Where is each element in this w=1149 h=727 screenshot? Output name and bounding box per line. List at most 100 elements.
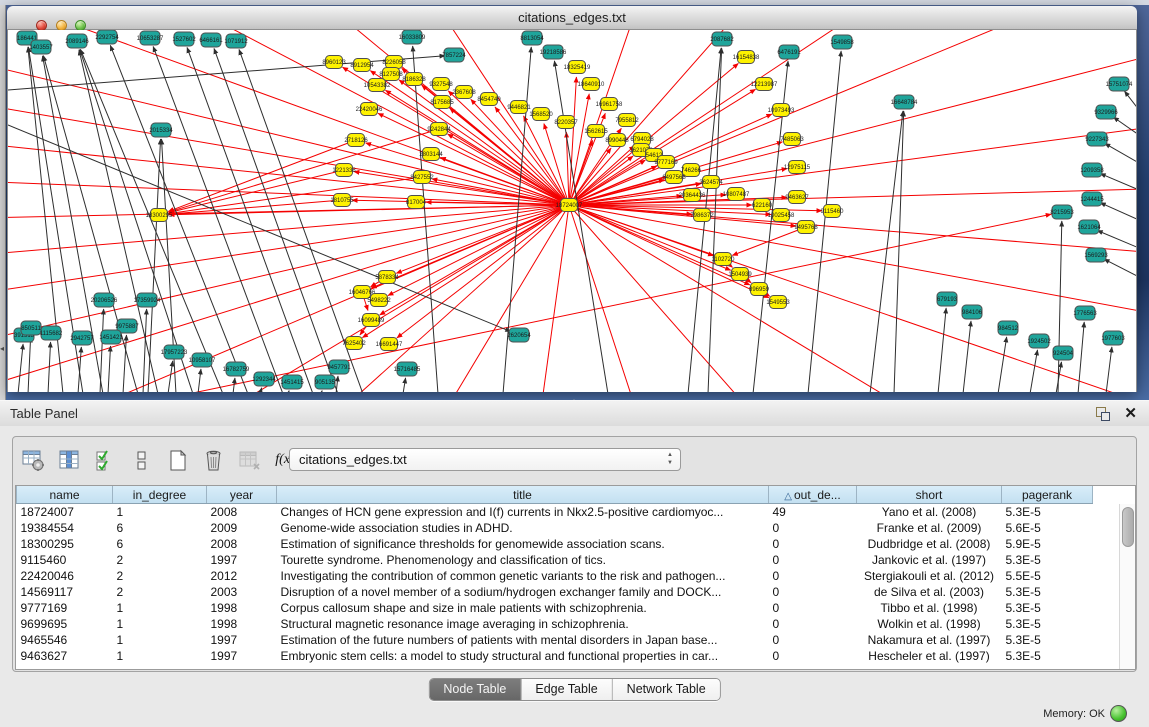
table-cell[interactable]: 5.6E-5 [1002, 520, 1093, 536]
table-cell[interactable]: 2008 [207, 504, 277, 521]
table-row[interactable]: 969969511998Structural magnetic resonanc… [17, 616, 1093, 632]
table-cell[interactable]: 1 [113, 632, 207, 648]
table-cell[interactable]: Corpus callosum shape and size in male p… [277, 600, 769, 616]
table-vertical-scrollbar[interactable] [1119, 504, 1135, 669]
table-row[interactable]: 1830029562008Estimation of significance … [17, 536, 1093, 552]
tab-node-table[interactable]: Node Table [429, 679, 521, 700]
table-cell[interactable]: Structural magnetic resonance image aver… [277, 616, 769, 632]
table-cell[interactable]: 0 [769, 552, 857, 568]
table-cell[interactable]: 9463627 [17, 648, 113, 664]
table-cell[interactable]: 5.3E-5 [1002, 600, 1093, 616]
table-row[interactable]: 977716911998Corpus callosum shape and si… [17, 600, 1093, 616]
column-header-in_degree[interactable]: in_degree [113, 486, 207, 504]
import-table-icon[interactable] [237, 448, 261, 472]
table-cell[interactable]: 1997 [207, 632, 277, 648]
table-cell[interactable]: 0 [769, 648, 857, 664]
table-cell[interactable]: 5.3E-5 [1002, 552, 1093, 568]
window-titlebar[interactable]: citations_edges.txt [7, 6, 1137, 30]
network-graph[interactable]: 1864411403557208914622927541065328715276… [8, 30, 1136, 392]
column-header-year[interactable]: year [207, 486, 277, 504]
table-cell[interactable]: Estimation of significance thresholds fo… [277, 536, 769, 552]
network-canvas[interactable]: 1864411403557208914622927541065328715276… [7, 30, 1137, 392]
table-cell[interactable]: 2003 [207, 584, 277, 600]
table-cell[interactable]: Jankovic et al. (1997) [857, 552, 1002, 568]
table-cell[interactable]: 19384554 [17, 520, 113, 536]
table-cell[interactable]: 0 [769, 616, 857, 632]
table-row[interactable]: 1872400712008Changes of HCN gene express… [17, 504, 1093, 521]
table-cell[interactable]: Disruption of a novel member of a sodium… [277, 584, 769, 600]
table-cell[interactable]: 2009 [207, 520, 277, 536]
table-cell[interactable]: Stergiakouli et al. (2012) [857, 568, 1002, 584]
table-cell[interactable]: Wolkin et al. (1998) [857, 616, 1002, 632]
table-cell[interactable]: 22420046 [17, 568, 113, 584]
table-cell[interactable]: Estimation of the future numbers of pati… [277, 632, 769, 648]
collapse-arrow-icon[interactable]: ◂ [0, 345, 4, 353]
table-cell[interactable]: 9777169 [17, 600, 113, 616]
table-cell[interactable]: 5.9E-5 [1002, 536, 1093, 552]
table-cell[interactable]: 18300295 [17, 536, 113, 552]
tab-network-table[interactable]: Network Table [613, 679, 720, 700]
tab-edge-table[interactable]: Edge Table [521, 679, 612, 700]
table-cell[interactable]: 2 [113, 568, 207, 584]
table-cell[interactable]: 6 [113, 520, 207, 536]
table-cell[interactable]: 9115460 [17, 552, 113, 568]
table-cell[interactable]: 1998 [207, 616, 277, 632]
column-visibility-icon[interactable] [57, 448, 81, 472]
close-panel-icon[interactable]: ✕ [1124, 404, 1137, 422]
delete-column-icon[interactable] [201, 448, 225, 472]
new-column-icon[interactable] [165, 448, 189, 472]
table-cell[interactable]: 5.3E-5 [1002, 632, 1093, 648]
table-settings-icon[interactable] [21, 448, 45, 472]
table-cell[interactable]: 5.3E-5 [1002, 584, 1093, 600]
table-cell[interactable]: 9465546 [17, 632, 113, 648]
column-header-name[interactable]: name [17, 486, 113, 504]
table-cell[interactable]: 1 [113, 600, 207, 616]
table-cell[interactable]: 0 [769, 600, 857, 616]
table-cell[interactable]: 9699695 [17, 616, 113, 632]
table-cell[interactable]: 5.3E-5 [1002, 616, 1093, 632]
column-header-short[interactable]: short [857, 486, 1002, 504]
table-row[interactable]: 911546021997Tourette syndrome. Phenomeno… [17, 552, 1093, 568]
table-cell[interactable]: 0 [769, 520, 857, 536]
column-header-out_de[interactable]: △out_de... [769, 486, 857, 504]
table-cell[interactable]: Tibbo et al. (1998) [857, 600, 1002, 616]
table-cell[interactable]: Dudbridge et al. (2008) [857, 536, 1002, 552]
table-row[interactable]: 946554611997Estimation of the future num… [17, 632, 1093, 648]
table-cell[interactable]: 14569117 [17, 584, 113, 600]
table-cell[interactable]: 0 [769, 632, 857, 648]
table-cell[interactable]: 49 [769, 504, 857, 521]
table-cell[interactable]: 1997 [207, 648, 277, 664]
table-cell[interactable]: 5.5E-5 [1002, 568, 1093, 584]
row-height-icon[interactable] [129, 448, 153, 472]
table-row[interactable]: 1456911722003Disruption of a novel membe… [17, 584, 1093, 600]
table-cell[interactable]: 0 [769, 584, 857, 600]
table-cell[interactable]: 1 [113, 504, 207, 521]
table-row[interactable]: 946362711997Embryonic stem cells: a mode… [17, 648, 1093, 664]
table-cell[interactable]: 0 [769, 536, 857, 552]
scrollbar-thumb[interactable] [1122, 507, 1134, 547]
table-cell[interactable]: 5.3E-5 [1002, 504, 1093, 521]
table-cell[interactable]: 6 [113, 536, 207, 552]
table-cell[interactable]: 1 [113, 648, 207, 664]
column-header-pagerank[interactable]: pagerank [1002, 486, 1093, 504]
table-selector[interactable]: citations_edges.txt ▲▼ [289, 448, 681, 471]
table-cell[interactable]: de Silva et al. (2003) [857, 584, 1002, 600]
table-cell[interactable]: 1997 [207, 552, 277, 568]
table-cell[interactable]: 18724007 [17, 504, 113, 521]
table-row[interactable]: 2242004622012Investigating the contribut… [17, 568, 1093, 584]
column-select-icon[interactable] [93, 448, 117, 472]
table-cell[interactable]: 1998 [207, 600, 277, 616]
column-header-title[interactable]: title [277, 486, 769, 504]
table-cell[interactable]: 5.3E-5 [1002, 648, 1093, 664]
float-panel-icon[interactable] [1096, 407, 1109, 420]
table-cell[interactable]: Nakamura et al. (1997) [857, 632, 1002, 648]
table-cell[interactable]: Embryonic stem cells: a model to study s… [277, 648, 769, 664]
table-cell[interactable]: 2008 [207, 536, 277, 552]
table-cell[interactable]: 2012 [207, 568, 277, 584]
combo-stepper-icon[interactable]: ▲▼ [667, 451, 673, 467]
table-cell[interactable]: Hescheler et al. (1997) [857, 648, 1002, 664]
table-cell[interactable]: Changes of HCN gene expression and I(f) … [277, 504, 769, 521]
table-cell[interactable]: Investigating the contribution of common… [277, 568, 769, 584]
table-row[interactable]: 1938455462009Genome-wide association stu… [17, 520, 1093, 536]
table-cell[interactable]: 2 [113, 552, 207, 568]
